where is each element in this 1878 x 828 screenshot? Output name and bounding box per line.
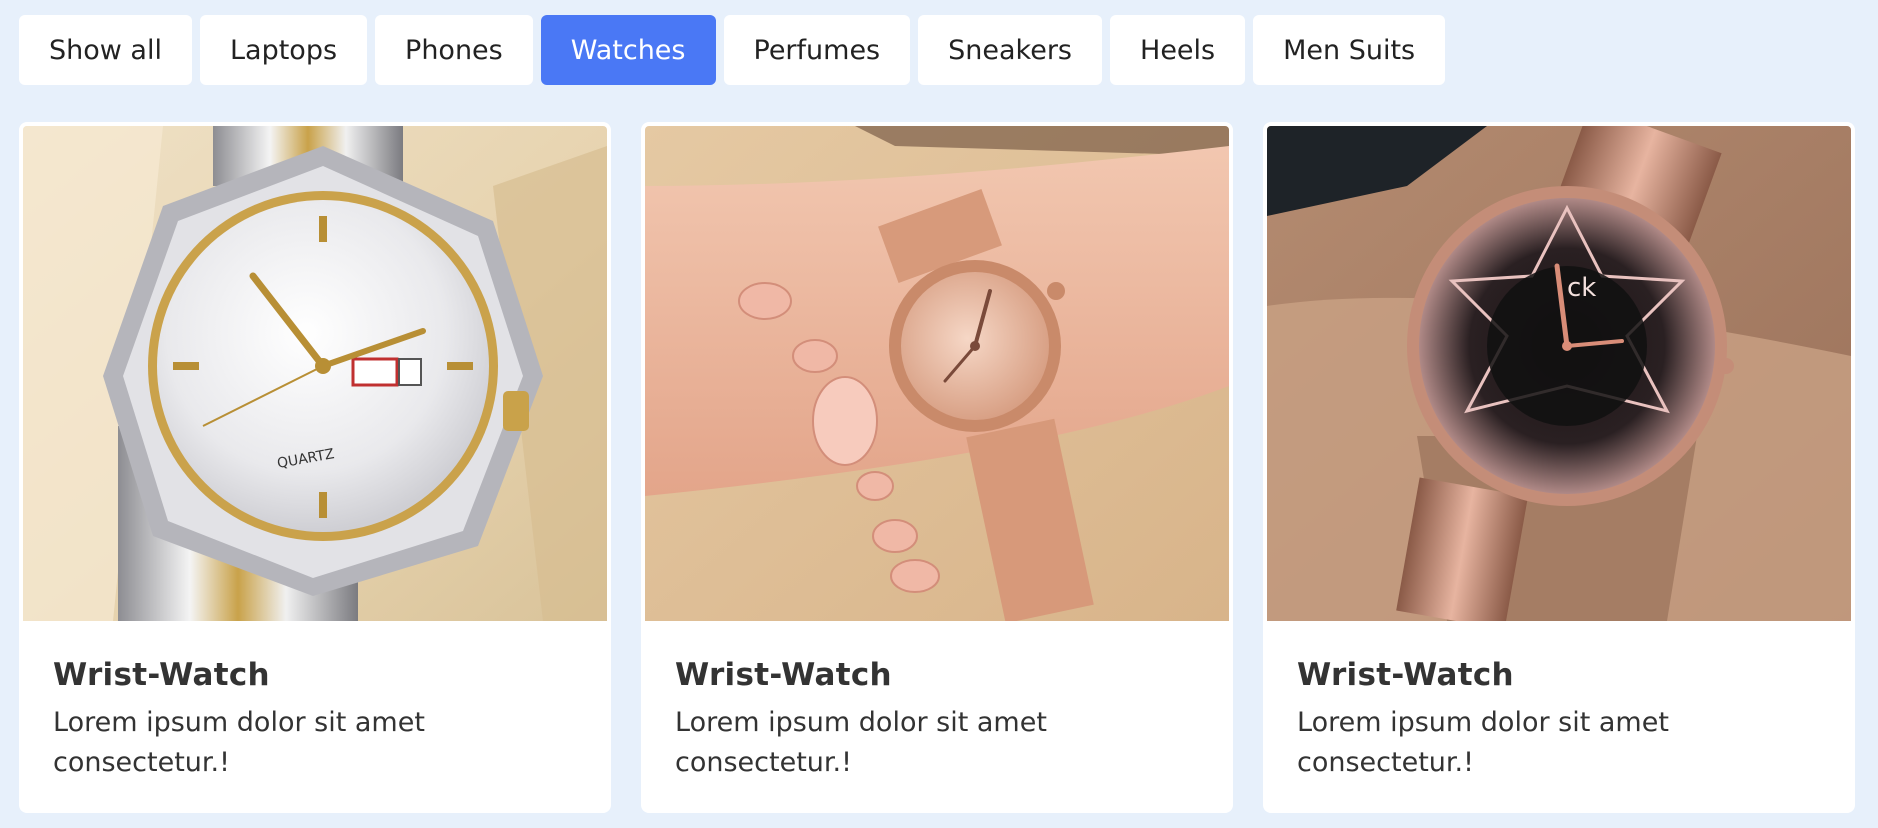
- product-card[interactable]: ck Wrist-Watch Lorem ipsum dolor sit ame…: [1263, 122, 1855, 813]
- product-description: Lorem ipsum dolor sit amet consectetur.!: [1297, 707, 1669, 778]
- product-image: ck: [1267, 126, 1851, 621]
- filter-phones-button[interactable]: Phones: [375, 15, 533, 85]
- svg-text:ck: ck: [1567, 273, 1596, 303]
- filter-show-all-button[interactable]: Show all: [19, 15, 192, 85]
- filter-heels-button[interactable]: Heels: [1110, 15, 1246, 85]
- product-title: Wrist-Watch: [675, 657, 892, 693]
- product-title: Wrist-Watch: [1297, 657, 1514, 693]
- product-image: [645, 126, 1229, 621]
- category-filter-bar: Show all Laptops Phones Watches Perfumes…: [19, 15, 1446, 85]
- filter-perfumes-button[interactable]: Perfumes: [723, 15, 911, 85]
- filter-watches-button[interactable]: Watches: [540, 15, 716, 85]
- product-grid: QUARTZ Wrist-Watch Lorem ipsum dolor sit…: [19, 122, 1855, 813]
- filter-laptops-button[interactable]: Laptops: [199, 15, 368, 85]
- product-description: Lorem ipsum dolor sit amet consectetur.!: [675, 707, 1047, 778]
- filter-men-suits-button[interactable]: Men Suits: [1253, 15, 1446, 85]
- product-card[interactable]: QUARTZ Wrist-Watch Lorem ipsum dolor sit…: [19, 122, 611, 813]
- product-description: Lorem ipsum dolor sit amet consectetur.!: [53, 707, 425, 778]
- product-card[interactable]: Wrist-Watch Lorem ipsum dolor sit amet c…: [641, 122, 1233, 813]
- product-image: QUARTZ: [23, 126, 607, 621]
- product-title: Wrist-Watch: [53, 657, 270, 693]
- filter-sneakers-button[interactable]: Sneakers: [918, 15, 1103, 85]
